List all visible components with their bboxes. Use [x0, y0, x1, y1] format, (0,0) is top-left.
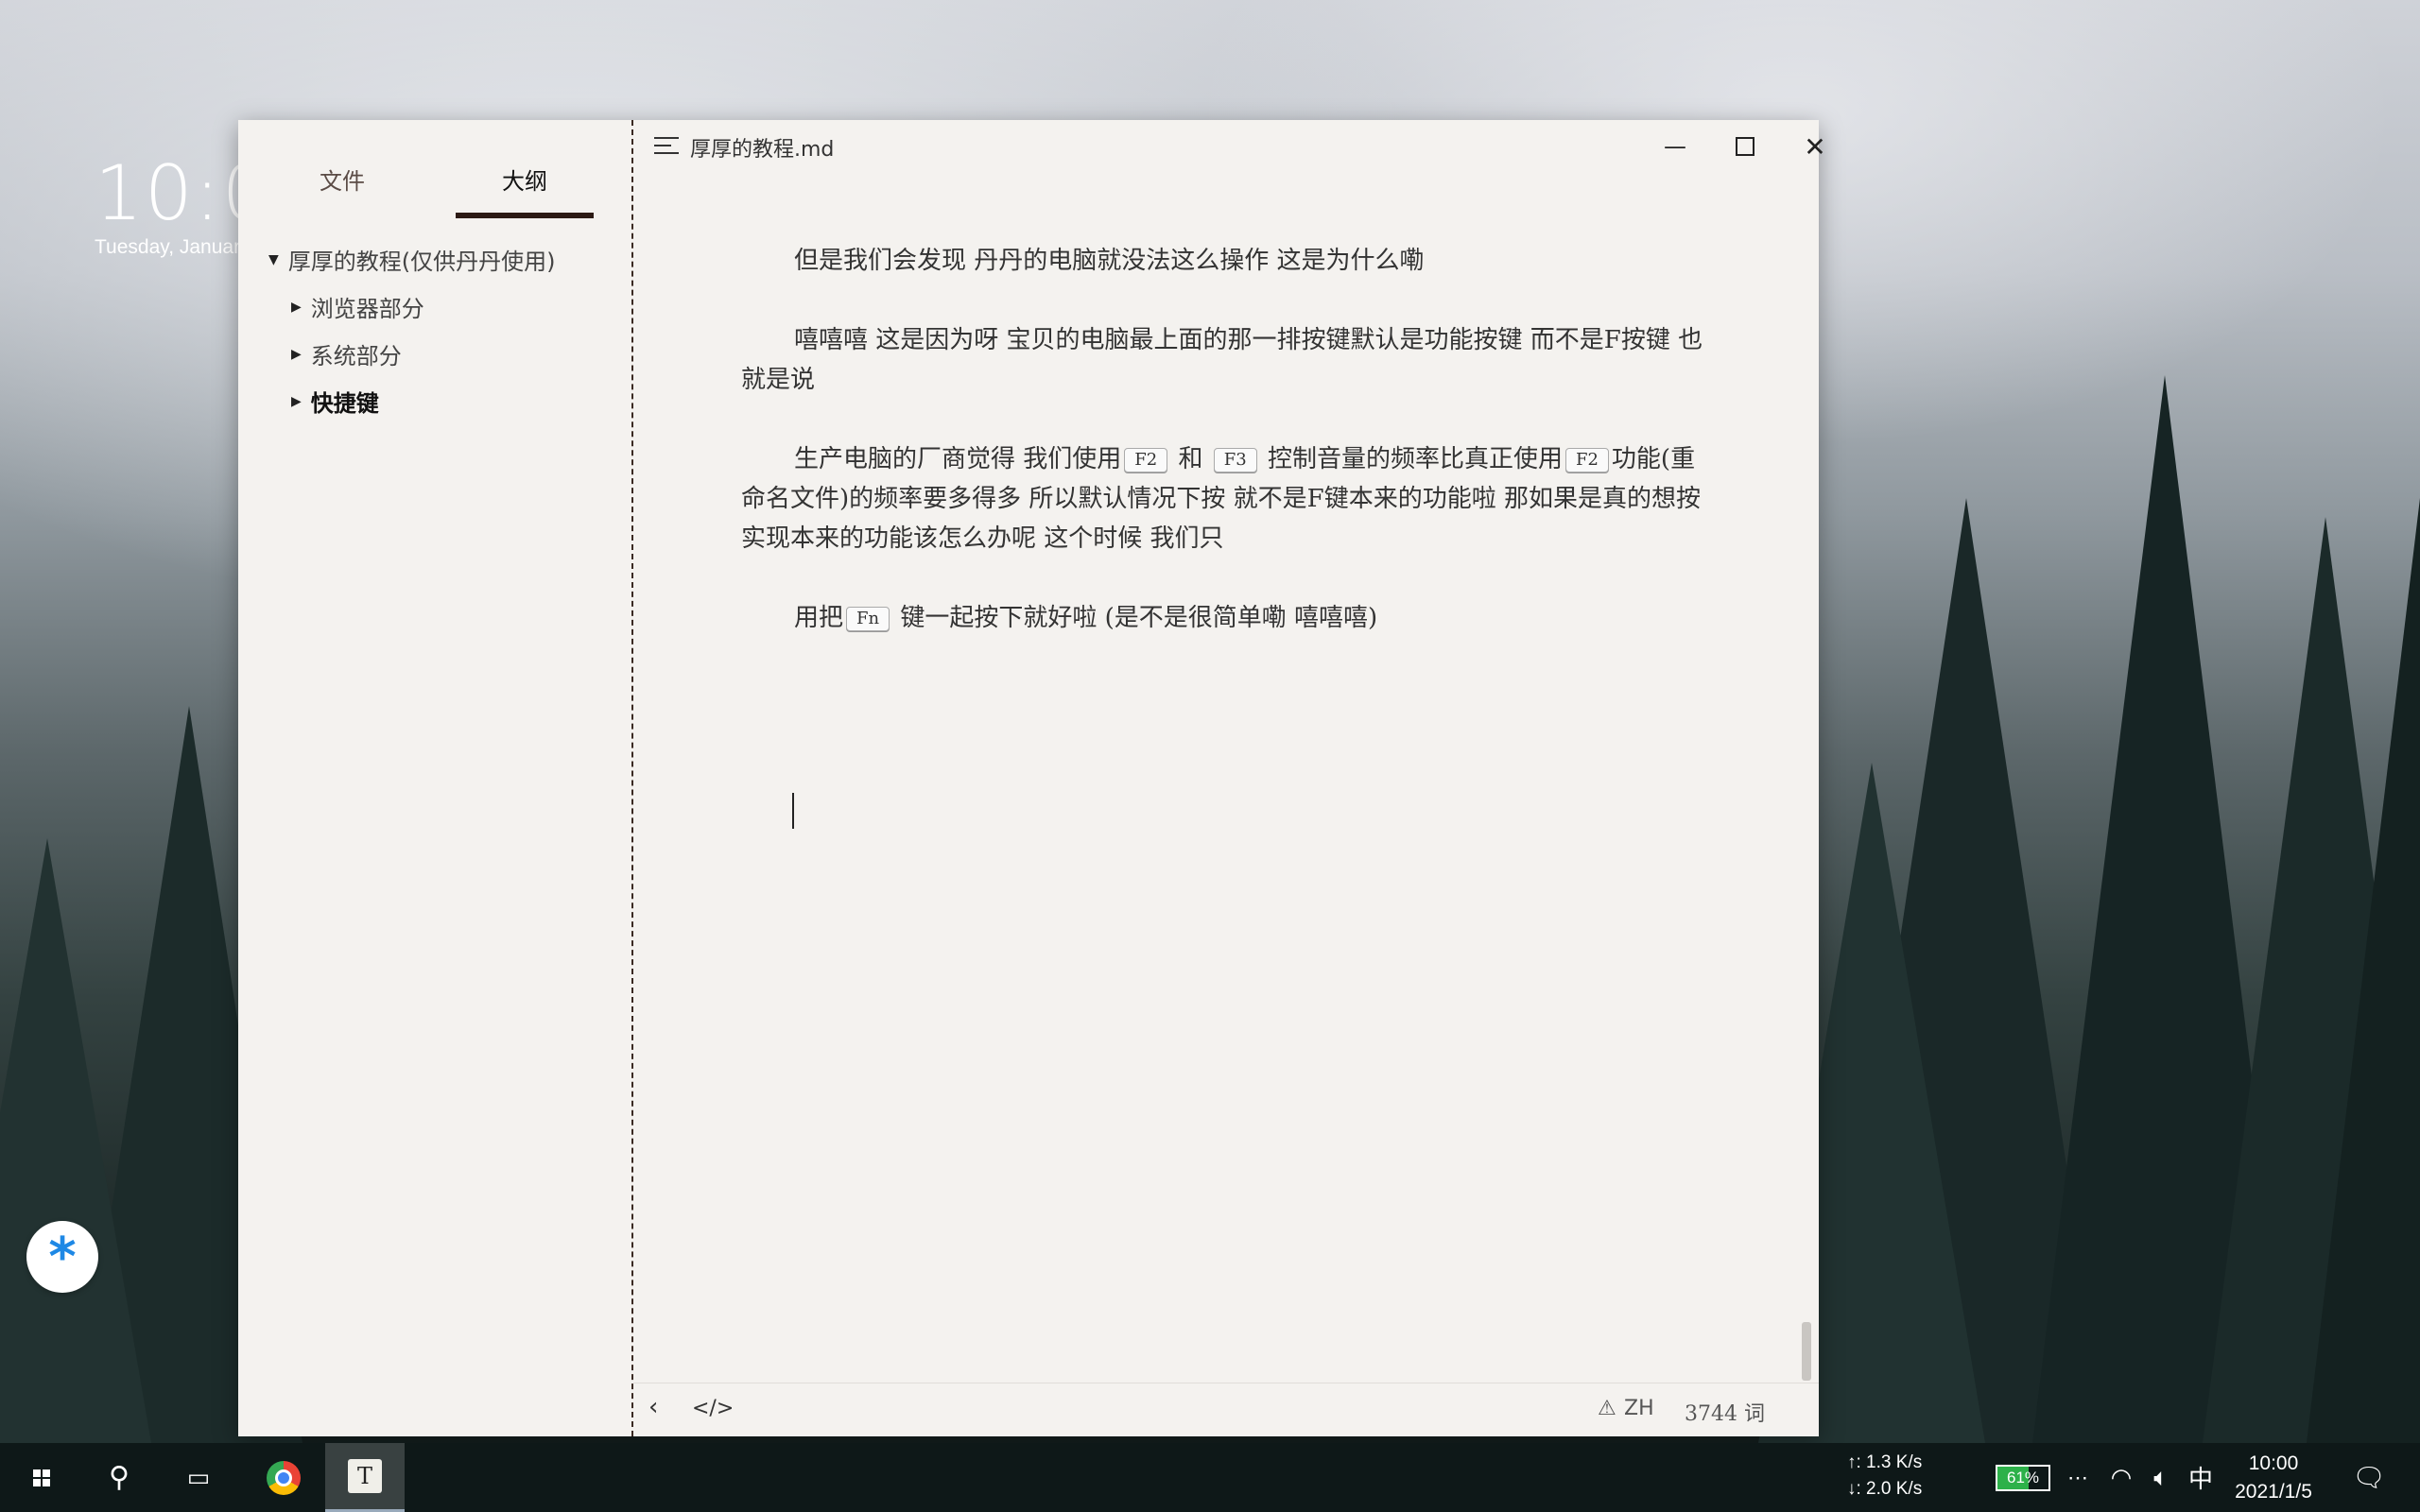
text-run: 控制音量的频率比真正使用: [1259, 445, 1563, 473]
battery-percent: 61%: [2006, 1468, 2040, 1486]
task-view-button[interactable]: ▭: [174, 1443, 223, 1512]
asterisk-icon: *: [48, 1226, 77, 1288]
asterisk-button[interactable]: *: [26, 1221, 98, 1293]
paragraph-2: 嘻嘻嘻 这是因为呀 宝贝的电脑最上面的那一排按键默认是功能按键 而不是F按键 也…: [741, 326, 1703, 394]
caret-right-icon: ▶: [291, 393, 302, 409]
wifi-icon: ◠: [2110, 1463, 2133, 1491]
caret-right-icon: ▶: [291, 346, 302, 362]
outline-item-label: 浏览器部分: [310, 296, 424, 322]
title-bar: 厚厚的教程.md — ✕: [633, 120, 1826, 173]
text-run: 生产电脑的厂商觉得 我们使用: [794, 445, 1122, 473]
text-run: 用把: [794, 604, 844, 632]
battery-indicator[interactable]: 61%: [1993, 1443, 2053, 1512]
tray-time[interactable]: 10:00: [2240, 1452, 2307, 1475]
chrome-icon: [267, 1460, 301, 1495]
battery-icon: 61%: [1996, 1464, 2050, 1491]
notification-icon: 🗨︎: [2352, 1463, 2386, 1492]
source-code-icon[interactable]: </>: [692, 1397, 734, 1420]
document-title: 厚厚的教程.md: [690, 138, 835, 162]
tray-date[interactable]: 2021/1/5: [2223, 1481, 2324, 1503]
text-run: 键一起按下就好啦 (是不是很简单嘞 嘻嘻嘻): [892, 604, 1378, 632]
chrome-taskbar-button[interactable]: [259, 1443, 308, 1512]
status-bar: ‹ </> ⚠ ZH 3744 词: [633, 1383, 1819, 1436]
warning-icon[interactable]: ⚠: [1598, 1397, 1616, 1420]
notification-button[interactable]: 🗨︎: [2344, 1443, 2394, 1512]
task-view-icon: ▭: [186, 1463, 211, 1491]
outline-item-label: 快捷键: [310, 390, 379, 417]
outline-item-system[interactable]: ▶ 系统部分: [291, 337, 402, 370]
close-button[interactable]: ✕: [1781, 120, 1849, 173]
outline-root-label: 厚厚的教程(仅供丹丹使用): [287, 249, 556, 275]
maximize-icon: [1736, 137, 1754, 156]
typora-icon: T: [348, 1459, 382, 1493]
search-icon: ⚲: [109, 1462, 130, 1493]
paragraph-3: 生产电脑的厂商觉得 我们使用 F2 和 F3 控制音量的频率比真正使用 F2 功能(重…: [741, 439, 1715, 558]
windows-icon: [33, 1469, 50, 1486]
search-button[interactable]: ⚲: [95, 1443, 144, 1512]
minimize-button[interactable]: —: [1641, 120, 1709, 173]
kbd-key: F2: [1564, 448, 1609, 472]
text-run: 和: [1170, 445, 1211, 473]
start-button[interactable]: [23, 1443, 60, 1512]
paragraph-4: 用把 Fn 键一起按下就好啦 (是不是很简单嘞 嘻嘻嘻): [741, 598, 1715, 638]
desktop-date: Tuesday, Januar: [95, 236, 241, 258]
outline-item-label: 系统部分: [310, 343, 402, 369]
word-count[interactable]: 3744 词: [1685, 1397, 1765, 1427]
paragraph-1: 但是我们会发现 丹丹的电脑就没法这么操作 这是为什么嘞: [794, 247, 1425, 275]
chevron-left-icon[interactable]: ‹: [648, 1393, 658, 1421]
net-download: ↓: 2.0 K/s: [1847, 1479, 1923, 1499]
typora-window: 文件 大纲 ▼ 厚厚的教程(仅供丹丹使用) ▶ 浏览器部分 ▶ 系统部分 ▶ 快…: [238, 120, 1826, 1436]
text-caret: [792, 793, 794, 829]
wifi-button[interactable]: ◠: [2100, 1443, 2142, 1512]
sidebar-tabs: 文件 大纲: [276, 158, 597, 218]
net-upload: ↑: 1.3 K/s: [1847, 1452, 1923, 1472]
more-icon: ⋯: [2067, 1465, 2088, 1489]
sidebar: 文件 大纲 ▼ 厚厚的教程(仅供丹丹使用) ▶ 浏览器部分 ▶ 系统部分 ▶ 快…: [238, 120, 631, 1436]
close-icon: ✕: [1804, 130, 1826, 163]
ime-indicator[interactable]: 中: [2180, 1443, 2221, 1512]
outline-root[interactable]: ▼ 厚厚的教程(仅供丹丹使用): [268, 243, 556, 276]
outline-item-shortcuts[interactable]: ▶ 快捷键: [291, 385, 379, 418]
kbd-key: Fn: [846, 607, 890, 631]
minimize-icon: —: [1664, 133, 1686, 160]
typora-taskbar-button[interactable]: T: [325, 1443, 405, 1512]
language-indicator[interactable]: ZH: [1624, 1397, 1654, 1420]
caret-down-icon: ▼: [268, 251, 279, 267]
caret-right-icon: ▶: [291, 299, 302, 315]
more-tray-button[interactable]: ⋯: [2059, 1443, 2097, 1512]
tab-files[interactable]: 文件: [276, 158, 408, 213]
volume-icon: 🔈︎: [2153, 1462, 2169, 1491]
menu-icon[interactable]: [654, 137, 679, 156]
tab-outline[interactable]: 大纲: [456, 158, 594, 218]
editor-area[interactable]: 但是我们会发现 丹丹的电脑就没法这么操作 这是为什么嘞 嘻嘻嘻 这是因为呀 宝贝…: [633, 173, 1806, 1326]
taskbar: ⚲ ▭ T ↑: 1.3 K/s ↓: 2.0 K/s 61% ⋯ ◠ 🔈︎ 中…: [0, 1443, 2420, 1512]
kbd-key: F3: [1213, 448, 1257, 472]
maximize-button[interactable]: [1711, 120, 1779, 173]
volume-button[interactable]: 🔈︎: [2140, 1443, 2182, 1512]
kbd-key: F2: [1124, 448, 1168, 472]
outline-item-browser[interactable]: ▶ 浏览器部分: [291, 290, 424, 323]
scrollbar-thumb[interactable]: [1802, 1322, 1811, 1381]
